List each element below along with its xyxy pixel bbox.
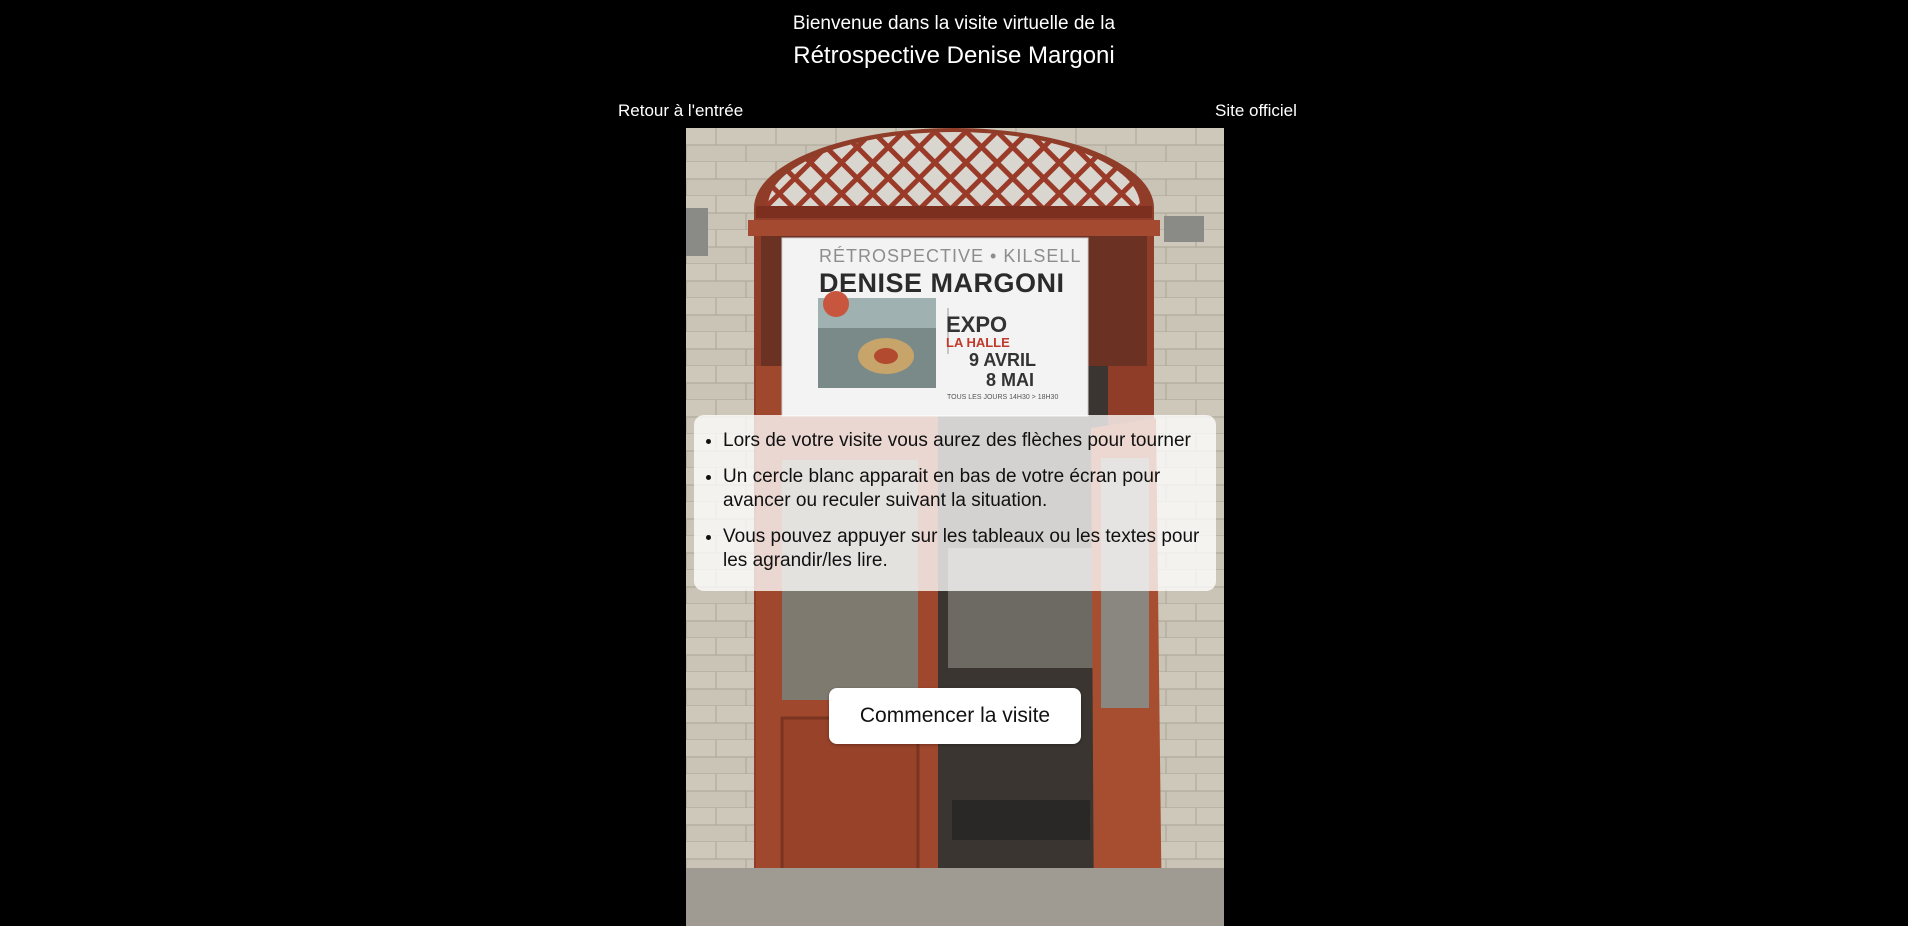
banner-hours: TOUS LES JOURS 14H30 > 18H30: [947, 394, 1059, 401]
banner-artist-name: DENISE MARGONI: [819, 268, 1065, 298]
instruction-item: Lors de votre visite vous aurez des flèc…: [723, 429, 1202, 453]
official-site-link[interactable]: Site officiel: [1215, 101, 1297, 121]
welcome-subtitle: Bienvenue dans la visite virtuelle de la: [792, 13, 1116, 34]
banner-top-line: RÉTROSPECTIVE • KILSELL: [819, 246, 1082, 266]
banner-date-start: 9 AVRIL: [969, 350, 1037, 370]
page-title: Rétrospective Denise Margoni: [793, 42, 1115, 69]
instructions-panel: Lors de votre visite vous aurez des flèc…: [694, 415, 1216, 591]
banner-venue: LA HALLE: [946, 335, 1010, 350]
instruction-item: Vous pouvez appuyer sur les tableaux ou …: [723, 525, 1202, 573]
start-visit-button[interactable]: Commencer la visite: [829, 688, 1081, 744]
banner-date-end: 8 MAI: [986, 370, 1035, 390]
instruction-item: Un cercle blanc apparait en bas de votre…: [723, 465, 1202, 513]
back-to-entrance-link[interactable]: Retour à l'entrée: [618, 101, 743, 121]
exhibition-banner: RÉTROSPECTIVE • KILSELL DENISE MARGONI E…: [782, 238, 1088, 416]
instructions-list: Lors de votre visite vous aurez des flèc…: [694, 415, 1216, 573]
